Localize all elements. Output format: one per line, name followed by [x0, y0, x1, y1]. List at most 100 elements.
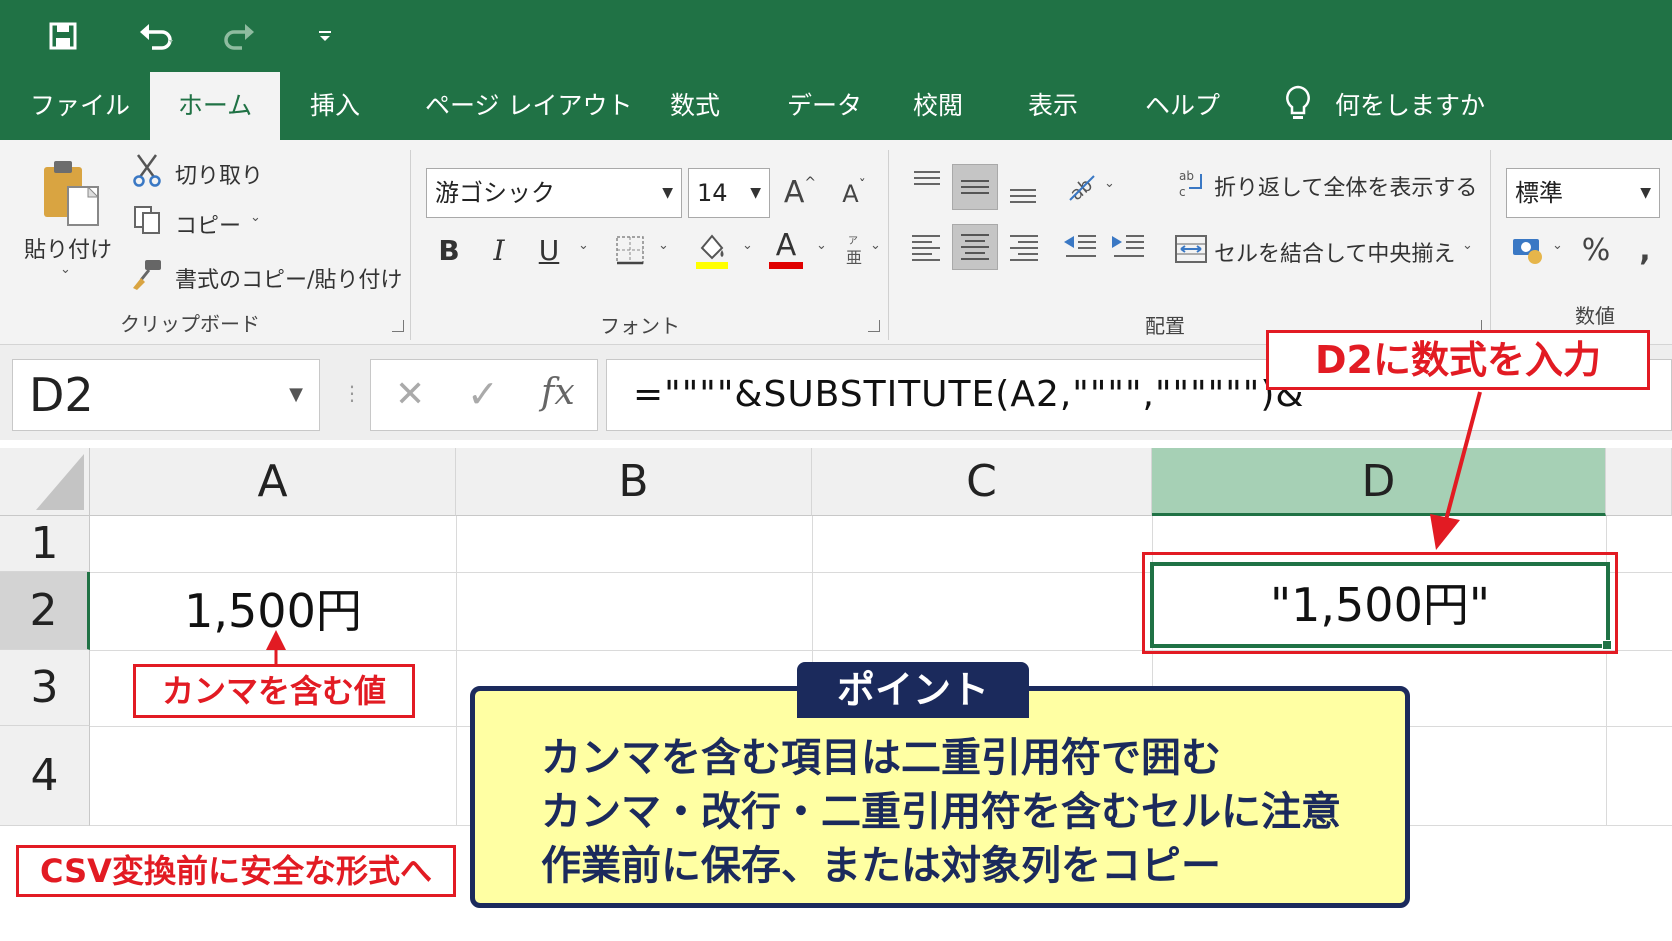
italic-button[interactable]: I — [482, 228, 516, 272]
tab-file[interactable]: ファイル — [30, 84, 130, 128]
insert-function-icon[interactable]: fx — [541, 372, 575, 413]
confirm-entry-icon[interactable]: ✓ — [467, 372, 499, 416]
cell-a2[interactable]: 1,500円 — [90, 572, 456, 650]
fill-color-icon[interactable] — [692, 228, 732, 272]
point-box: カンマを含む項目は二重引用符で囲む カンマ・改行・二重引用符を含むセルに注意 作… — [470, 686, 1410, 908]
cut-icon[interactable] — [130, 152, 164, 188]
copy-label[interactable]: コピー — [175, 208, 241, 240]
select-all-corner[interactable] — [0, 448, 90, 516]
merge-dropdown-icon[interactable]: ⌄ — [1462, 238, 1473, 253]
group-separator — [888, 150, 889, 340]
number-format-dropdown[interactable]: 標準 ▼ — [1506, 168, 1660, 218]
align-middle-button[interactable] — [952, 164, 998, 210]
orientation-dropdown-icon[interactable]: ⌄ — [1104, 176, 1115, 191]
paste-label[interactable]: 貼り付け — [24, 232, 112, 264]
cancel-entry-icon[interactable]: ✕ — [395, 374, 425, 415]
format-painter-label[interactable]: 書式のコピー/貼り付け — [175, 262, 402, 294]
row-header-1[interactable]: 1 — [0, 516, 90, 572]
column-header-a[interactable]: A — [90, 448, 456, 516]
tell-me-search[interactable]: 何をしますか — [1335, 84, 1485, 128]
align-right-button[interactable] — [1000, 224, 1046, 270]
shrink-font-letter: A — [842, 180, 859, 208]
font-color-dropdown-icon[interactable]: ⌄ — [816, 238, 827, 253]
font-size-dropdown[interactable]: 14 ▼ — [688, 168, 770, 218]
column-header-e[interactable] — [1606, 448, 1672, 516]
svg-text:ab: ab — [1179, 169, 1194, 183]
font-size-value: 14 — [697, 179, 728, 207]
shrink-font-icon[interactable]: Aˇ — [836, 174, 872, 214]
row-header-4[interactable]: 4 — [0, 726, 90, 826]
font-name-value: 游ゴシック — [435, 179, 555, 207]
borders-dropdown-icon[interactable]: ⌄ — [658, 238, 669, 253]
redo-icon[interactable] — [210, 14, 270, 58]
align-center-button[interactable] — [952, 224, 998, 270]
point-line-3: 作業前に保存、または対象列をコピー — [541, 843, 1221, 889]
customize-qat-icon[interactable] — [310, 14, 340, 58]
column-header-b[interactable]: B — [456, 448, 812, 516]
bold-button[interactable]: B — [432, 228, 466, 272]
wrap-text-label[interactable]: 折り返して全体を表示する — [1214, 170, 1477, 202]
clipboard-group-label: クリップボード — [120, 312, 260, 336]
tab-data[interactable]: データ — [787, 84, 862, 128]
chevron-down-icon: ▼ — [662, 185, 673, 201]
paste-dropdown-icon[interactable]: ⌄ — [60, 262, 71, 277]
orientation-icon[interactable]: ab — [1060, 164, 1104, 208]
tab-view[interactable]: 表示 — [1028, 84, 1078, 128]
borders-icon[interactable] — [612, 232, 648, 268]
font-color-icon[interactable]: A — [766, 226, 806, 272]
group-separator — [1490, 150, 1491, 340]
tab-home[interactable]: ホーム — [150, 72, 280, 140]
merge-center-label[interactable]: セルを結合して中央揃え — [1214, 236, 1455, 268]
font-launcher-icon[interactable] — [868, 320, 880, 332]
point-title-tab: ポイント — [797, 662, 1029, 718]
accounting-format-icon[interactable] — [1508, 230, 1548, 270]
copy-icon[interactable] — [130, 202, 164, 238]
tab-help[interactable]: ヘルプ — [1145, 84, 1220, 128]
chevron-down-icon[interactable]: ▼ — [289, 384, 303, 405]
tab-formulas[interactable]: 数式 — [670, 84, 720, 128]
svg-text:ア: ア — [848, 236, 858, 247]
row-header-3[interactable]: 3 — [0, 650, 90, 726]
merge-center-icon[interactable] — [1174, 232, 1208, 266]
undo-icon[interactable] — [128, 14, 188, 58]
wrap-text-icon[interactable]: ab c — [1176, 166, 1208, 202]
phonetic-dropdown-icon[interactable]: ⌄ — [870, 238, 881, 253]
fill-color-dropdown-icon[interactable]: ⌄ — [742, 238, 753, 253]
number-group-label: 数値 — [1575, 304, 1615, 328]
paste-icon[interactable] — [35, 158, 105, 230]
save-icon[interactable] — [40, 14, 86, 58]
comma-style-button[interactable]: , — [1630, 228, 1660, 272]
tab-review[interactable]: 校閲 — [913, 84, 963, 128]
cut-label[interactable]: 切り取り — [175, 158, 263, 190]
underline-dropdown-icon[interactable]: ⌄ — [578, 238, 589, 253]
tab-insert[interactable]: 挿入 — [310, 84, 360, 128]
phonetic-guide-icon[interactable]: ア亜 — [840, 230, 870, 270]
format-painter-icon[interactable] — [130, 256, 164, 292]
d2-callout-label: D2に数式を入力 — [1266, 330, 1650, 390]
a2-callout-label: カンマを含む値 — [133, 664, 415, 718]
column-header-c[interactable]: C — [812, 448, 1152, 516]
formula-text: =""""&SUBSTITUTE(A2,"""","""""")&"""" — [633, 374, 1375, 415]
copy-dropdown-icon[interactable]: ⌄ — [250, 210, 261, 225]
svg-text:c: c — [1179, 185, 1186, 199]
formula-bar-resize-handle[interactable]: ⋮ — [342, 381, 362, 405]
column-header-d[interactable]: D — [1152, 448, 1606, 516]
row-header-2[interactable]: 2 — [0, 572, 90, 650]
percent-style-button[interactable]: % — [1578, 228, 1614, 272]
name-box-value: D2 — [29, 368, 94, 422]
grow-font-icon[interactable]: A ^ — [782, 170, 818, 214]
accounting-dropdown-icon[interactable]: ⌄ — [1552, 238, 1563, 253]
font-color-letter: A — [775, 227, 797, 263]
lightbulb-icon[interactable] — [1278, 82, 1318, 126]
font-name-dropdown[interactable]: 游ゴシック ▼ — [426, 168, 682, 218]
name-box[interactable]: D2 ▼ — [12, 359, 320, 431]
align-left-button[interactable] — [904, 224, 950, 270]
clipboard-launcher-icon[interactable] — [392, 320, 404, 332]
decrease-indent-icon[interactable] — [1060, 226, 1100, 266]
tab-page-layout[interactable]: ページ レイアウト — [425, 84, 632, 128]
align-top-button[interactable] — [904, 164, 950, 210]
increase-indent-icon[interactable] — [1108, 226, 1148, 266]
number-format-value: 標準 — [1515, 179, 1563, 207]
underline-button[interactable]: U — [532, 228, 566, 272]
align-bottom-button[interactable] — [1000, 164, 1046, 210]
